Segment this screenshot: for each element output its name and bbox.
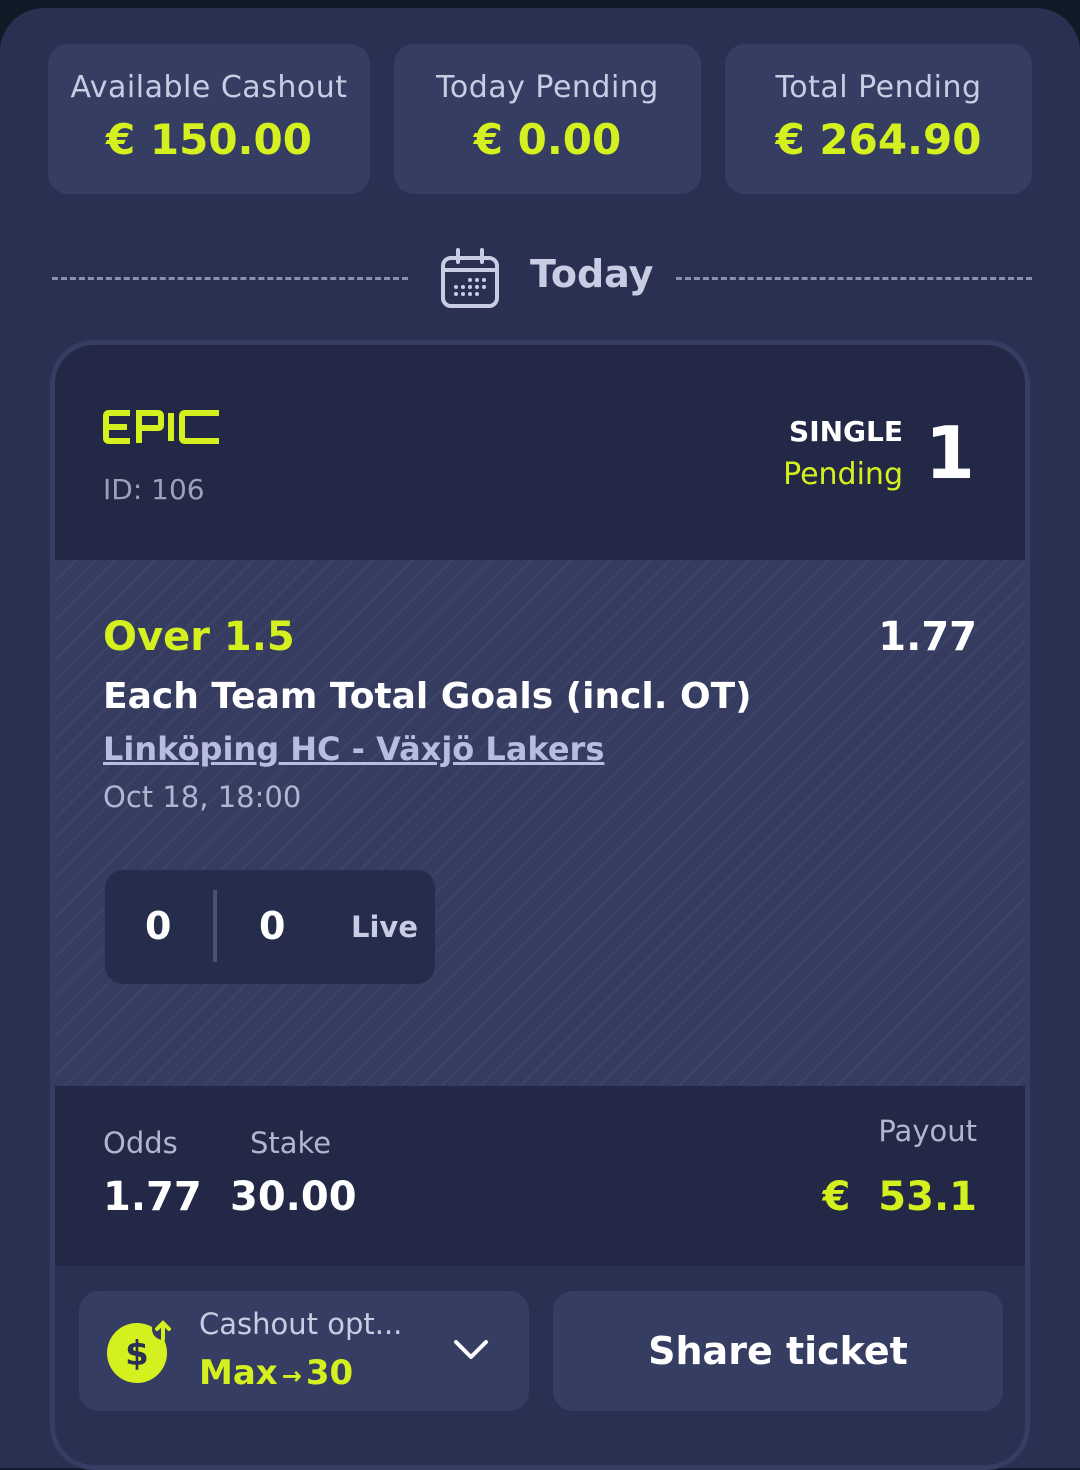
selection-odds: 1.77	[878, 614, 977, 660]
divider-left	[52, 277, 408, 280]
ticket-id: ID: 106	[103, 473, 205, 506]
svg-text:$: $	[125, 1334, 149, 1374]
brand-logo	[103, 409, 223, 449]
stat-label: Available Cashout	[70, 70, 348, 105]
match-link[interactable]: Linköping HC - Växjö Lakers	[103, 730, 604, 768]
odds-label: Odds	[103, 1126, 178, 1160]
payout-currency: €	[822, 1174, 851, 1220]
ticket-actions: $ Cashout opt... Max → 30 Share ticket	[55, 1266, 1025, 1465]
stake-label: Stake	[250, 1126, 332, 1160]
stat-label: Total Pending	[775, 70, 982, 105]
cashout-max: Max	[199, 1353, 278, 1393]
odds-value: 1.77	[103, 1174, 202, 1220]
payout-amount: €53.1	[822, 1174, 977, 1220]
cashout-options-dropdown[interactable]: $ Cashout opt... Max → 30	[79, 1291, 529, 1411]
share-ticket-button[interactable]: Share ticket	[553, 1291, 1003, 1411]
ticket-header: ID: 106 SINGLE Pending 1	[55, 345, 1025, 560]
selection-pick: Over 1.5	[103, 614, 295, 660]
stat-value: € 264.90	[775, 115, 982, 164]
today-pending-card: Today Pending € 0.00	[394, 44, 701, 194]
cashout-coin-icon: $	[107, 1318, 174, 1389]
bet-type: SINGLE	[789, 415, 903, 448]
stat-value: € 0.00	[473, 115, 622, 164]
calendar-icon	[440, 248, 500, 314]
score-away: 0	[259, 904, 286, 948]
match-datetime: Oct 18, 18:00	[103, 780, 302, 814]
payout-label: Payout	[878, 1114, 977, 1148]
selection-block: Over 1.5 1.77 Each Team Total Goals (inc…	[55, 560, 1025, 1086]
available-cashout-card: Available Cashout € 150.00	[48, 44, 370, 194]
stat-label: Today Pending	[436, 70, 659, 105]
bet-ticket-card[interactable]: ID: 106 SINGLE Pending 1 Over 1.5 1.77 E…	[50, 340, 1030, 1470]
live-label: Live	[351, 910, 418, 944]
section-title: Today	[530, 252, 654, 296]
cashout-label: Cashout opt...	[199, 1307, 403, 1341]
chevron-down-icon	[453, 1337, 489, 1365]
stake-value: 30.00	[230, 1174, 357, 1220]
score-home: 0	[145, 904, 172, 948]
selection-count: 1	[924, 411, 975, 495]
score-separator	[213, 890, 217, 962]
total-pending-card: Total Pending € 264.90	[725, 44, 1032, 194]
live-score-box: 0 0 Live	[105, 870, 435, 984]
bet-status: Pending	[783, 457, 903, 492]
ticket-summary: Odds 1.77 Stake 30.00 Payout €53.1	[55, 1086, 1025, 1266]
cashout-arrow: →	[281, 1362, 302, 1390]
cashout-value: Max → 30	[199, 1353, 353, 1393]
divider-right	[676, 277, 1032, 280]
cashout-amount: 30	[305, 1353, 354, 1393]
market-name: Each Team Total Goals (incl. OT)	[103, 676, 752, 717]
stat-value: € 150.00	[106, 115, 312, 164]
payout-value: 53.1	[878, 1174, 977, 1220]
